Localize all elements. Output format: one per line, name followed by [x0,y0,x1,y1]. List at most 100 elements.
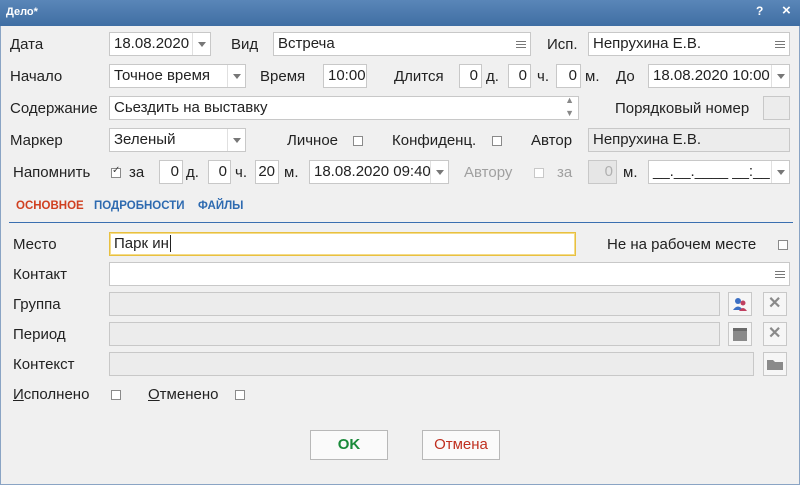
until-label: До [616,68,635,85]
author-field[interactable]: Непрухина Е.В. [588,128,790,152]
ok-button[interactable]: OK [310,430,388,460]
context-browse-button[interactable] [763,352,787,376]
remind-hours-field[interactable]: 0 [208,160,231,184]
period-field[interactable] [109,322,720,346]
content-value: Сьездить на выставку [114,99,268,116]
users-icon [733,298,747,311]
to-author-checkbox[interactable] [534,168,544,178]
executor-label: Исп. [547,36,578,53]
start-label: Начало [10,68,63,85]
to-author-datetime-field[interactable]: __.__.____ __:__ [648,160,790,184]
to-author-minutes-field[interactable]: 0 [588,160,617,184]
done-label-rest: сполнено [23,386,90,403]
executor-value: Непрухина Е.В. [593,35,701,52]
to-author-datetime-value: __.__.____ __:__ [653,163,770,180]
time-label: Время [260,68,306,85]
period-label: Период [13,326,66,343]
marker-select[interactable]: Зеленый [109,128,246,152]
type-label: Вид [231,36,259,53]
offsite-label: Не на рабочем месте [607,236,757,253]
close-icon[interactable]: × [782,2,791,19]
chevron-down-icon[interactable] [192,33,210,55]
until-value: 18.08.2020 10:00 [653,67,770,84]
dialog-body: Дата 18.08.2020 Вид Встреча Исп. Непрухи… [0,26,800,485]
order-number-label: Порядковый номер [615,100,750,117]
tab-main[interactable]: ОСНОВНОЕ [16,200,84,212]
tab-files[interactable]: ФАЙЛЫ [198,200,243,212]
type-field[interactable]: Встреча [273,32,531,56]
remind-label: Напомнить [13,164,91,181]
period-clear-button[interactable]: ✕ [763,322,787,346]
remind-for-label: за [129,164,145,181]
executor-field[interactable]: Непрухина Е.В. [588,32,790,56]
tab-details[interactable]: ПОДРОБНОСТИ [94,200,185,212]
remind-datetime-field[interactable]: 18.08.2020 09:40 [309,160,449,184]
list-menu-icon[interactable] [512,33,530,55]
group-select-button[interactable] [728,292,752,316]
contact-field[interactable] [109,262,790,286]
folder-icon [767,360,783,370]
days-unit: д. [486,68,499,85]
duration-hours-field[interactable]: 0 [508,64,531,88]
date-label: Дата [10,36,44,53]
order-number-field[interactable] [763,96,790,120]
duration-minutes-field[interactable]: 0 [556,64,581,88]
cancelled-label: Отменено [148,386,219,403]
group-label: Группа [13,296,61,313]
place-input[interactable]: Парк ин [109,232,576,256]
remind-minutes-unit: м. [284,164,299,181]
content-field[interactable]: Сьездить на выставку ▲ ▼ [109,96,579,120]
start-value: Точное время [114,67,211,84]
cancelled-checkbox[interactable] [235,390,245,400]
chevron-down-icon[interactable] [771,65,789,87]
close-icon: ✕ [768,295,782,312]
group-field[interactable] [109,292,720,316]
done-label: Исполнено [13,386,90,403]
list-menu-icon[interactable] [771,33,789,55]
remind-minutes-field[interactable]: 20 [255,160,279,184]
place-value: Парк ин [114,235,169,252]
confidential-label: Конфиденц. [392,132,477,149]
offsite-checkbox[interactable] [778,240,788,250]
remind-days-field[interactable]: 0 [159,160,183,184]
time-field[interactable]: 10:00 [323,64,367,88]
context-field[interactable] [109,352,754,376]
remind-hours-unit: ч. [235,164,247,181]
confidential-checkbox[interactable] [492,136,502,146]
type-value: Встреча [278,35,335,52]
chevron-down-icon[interactable] [227,129,245,151]
to-author-minutes-unit: м. [623,164,638,181]
content-label: Содержание [10,100,98,117]
to-author-for-label: за [557,164,573,181]
author-label: Автор [531,132,573,149]
list-menu-icon[interactable] [771,263,789,285]
minutes-unit: м. [585,68,600,85]
spin-up-icon[interactable]: ▲ [565,97,574,105]
remind-days-unit: д. [186,164,199,181]
chevron-down-icon[interactable] [227,65,245,87]
contact-label: Контакт [13,266,68,283]
cancel-button[interactable]: Отмена [422,430,500,460]
close-icon: ✕ [768,325,782,342]
text-cursor [169,235,176,252]
until-field[interactable]: 18.08.2020 10:00 [648,64,790,88]
personal-checkbox[interactable] [353,136,363,146]
date-field[interactable]: 18.08.2020 [109,32,211,56]
group-clear-button[interactable]: ✕ [763,292,787,316]
start-select[interactable]: Точное время [109,64,246,88]
chevron-down-icon[interactable] [430,161,448,183]
help-icon[interactable]: ? [756,4,763,18]
calendar-icon [733,328,747,341]
remind-checkbox[interactable] [111,165,121,178]
spin-down-icon[interactable]: ▼ [565,108,574,118]
period-select-button[interactable] [728,322,752,346]
duration-label: Длится [394,68,444,85]
done-checkbox[interactable] [111,390,121,400]
chevron-down-icon[interactable] [771,161,789,183]
title-bar: Дело* ? × [0,0,800,26]
place-label: Место [13,236,57,253]
marker-value: Зеленый [114,131,176,148]
context-label: Контекст [13,356,75,373]
personal-label: Личное [287,132,339,149]
duration-days-field[interactable]: 0 [459,64,482,88]
